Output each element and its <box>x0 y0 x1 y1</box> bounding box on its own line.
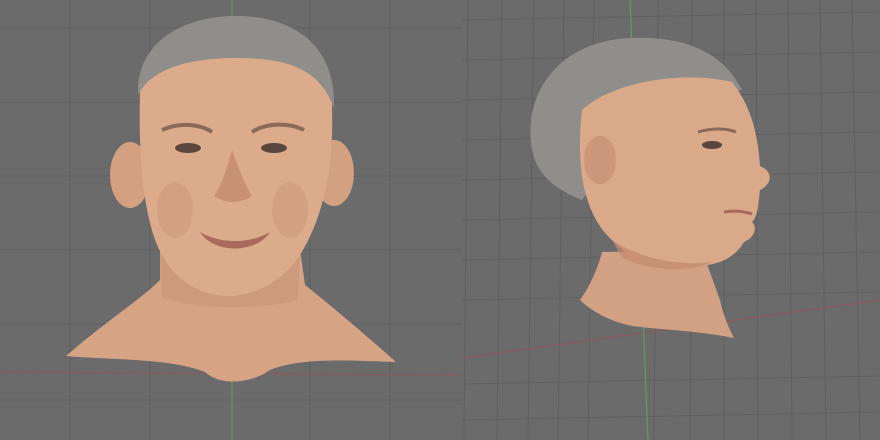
viewport-side-canvas[interactable] <box>462 0 880 440</box>
viewport-area <box>0 0 880 440</box>
viewport-front-canvas[interactable] <box>0 0 462 440</box>
ear-side-icon <box>584 136 616 184</box>
viewport-side[interactable] <box>462 0 880 440</box>
viewport-front[interactable] <box>0 0 462 440</box>
